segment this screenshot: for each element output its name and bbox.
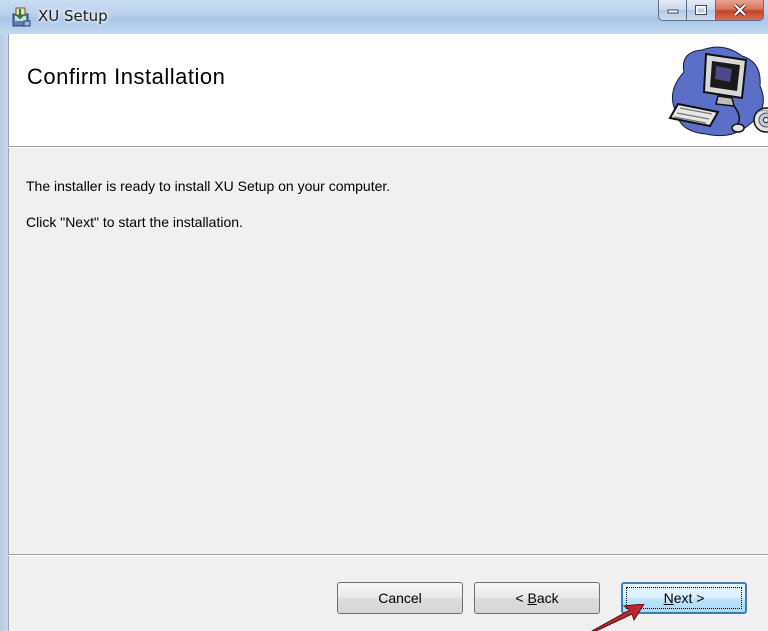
header-banner: Confirm Installation [8,34,768,147]
cancel-button-label: Cancel [378,590,422,606]
close-button[interactable] [716,0,764,21]
installer-icon [12,7,31,27]
caption-buttons [658,0,764,22]
computer-setup-illustration [668,46,768,137]
close-icon [733,4,746,16]
page-title: Confirm Installation [27,64,226,89]
minimize-icon [667,9,678,14]
instruction-message: Click "Next" to start the installation. [26,214,243,230]
minimize-button[interactable] [658,0,687,21]
window-title: XU Setup [38,7,108,25]
maximize-icon [695,5,707,15]
back-button-label: < Back [515,590,559,606]
annotation-arrow-icon [591,604,645,631]
setup-window: XU Setup Confirm Installation The instal… [0,0,768,631]
cancel-button[interactable]: Cancel [337,582,463,614]
window-frame-left [0,34,8,631]
dialog-body: The installer is ready to install XU Set… [8,148,768,554]
maximize-button[interactable] [687,0,716,21]
ready-message: The installer is ready to install XU Set… [26,178,391,194]
title-bar[interactable]: XU Setup [0,0,768,34]
